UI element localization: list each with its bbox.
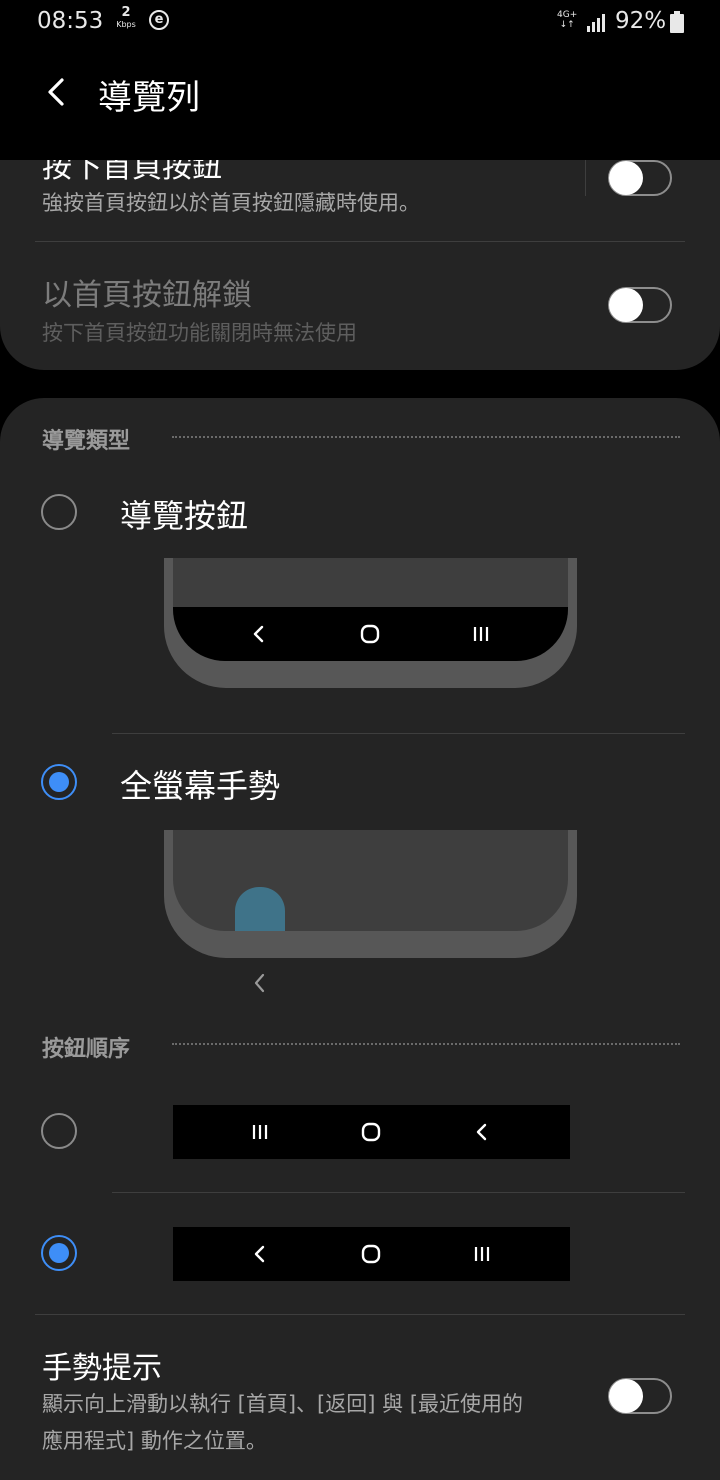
home-icon bbox=[360, 624, 380, 644]
toggle-knob bbox=[609, 1379, 643, 1413]
gestures-label: 全螢幕手勢 bbox=[120, 767, 281, 805]
navigation-type-card: 導覽類型 導覽按鈕 全螢幕手勢 按鈕順序 手勢提示 顯示向上滑動以執行 [首頁]… bbox=[0, 398, 720, 1480]
network-label: 4G+ bbox=[557, 10, 578, 20]
radio-selected-dot bbox=[49, 772, 69, 792]
button-order-radio-1[interactable] bbox=[41, 1113, 77, 1149]
button-order-option-1[interactable] bbox=[0, 1088, 720, 1178]
unlock-home-subtitle: 按下首頁按鈕功能關閉時無法使用 bbox=[42, 321, 357, 345]
data-rate-indicator: 2 Kbps bbox=[115, 5, 137, 30]
back-icon bbox=[476, 1123, 487, 1141]
section-dotted-line bbox=[172, 1043, 680, 1045]
gestures-option[interactable]: 全螢幕手勢 bbox=[0, 748, 720, 998]
back-icon bbox=[254, 1245, 265, 1263]
press-home-toggle[interactable] bbox=[608, 160, 672, 196]
press-home-subtitle: 強按首頁按鈕以於首頁按鈕隱藏時使用。 bbox=[42, 191, 420, 215]
e-badge-icon: e bbox=[149, 10, 169, 30]
section-dotted-line bbox=[172, 436, 680, 438]
recents-icon bbox=[473, 627, 489, 641]
unlock-home-toggle bbox=[608, 287, 672, 323]
press-home-row[interactable]: 按下首頁按鈕 強按首頁按鈕以於首頁按鈕隱藏時使用。 bbox=[0, 160, 720, 240]
divider bbox=[35, 1314, 685, 1315]
battery-icon bbox=[670, 11, 684, 33]
divider bbox=[112, 733, 685, 734]
gesture-swipe-indicator bbox=[235, 887, 285, 931]
home-icon bbox=[361, 1244, 381, 1264]
gesture-hints-subtitle-line2: 應用程式] 動作之位置。 bbox=[42, 1429, 267, 1453]
unlock-home-title: 以首頁按鈕解鎖 bbox=[42, 278, 252, 313]
gesture-hints-title: 手勢提示 bbox=[42, 1351, 162, 1386]
nav-buttons-radio[interactable] bbox=[41, 494, 77, 530]
page-title: 導覽列 bbox=[98, 78, 200, 118]
recents-icon bbox=[252, 1125, 268, 1139]
button-order-radio-2[interactable] bbox=[41, 1235, 77, 1271]
radio-selected-dot bbox=[49, 1243, 69, 1263]
gestures-radio[interactable] bbox=[41, 764, 77, 800]
home-button-settings-card: 按下首頁按鈕 強按首頁按鈕以於首頁按鈕隱藏時使用。 以首頁按鈕解鎖 按下首頁按鈕… bbox=[0, 160, 720, 370]
home-icon bbox=[361, 1122, 381, 1142]
gestures-preview bbox=[164, 830, 577, 958]
data-rate-value: 2 bbox=[121, 5, 131, 20]
status-bar: 08:53 2 Kbps e 4G+ ↓↑ 92% bbox=[0, 0, 720, 44]
divider bbox=[112, 1192, 685, 1193]
button-order-preview-2 bbox=[173, 1227, 570, 1281]
signal-icon bbox=[587, 14, 605, 32]
nav-buttons-option[interactable]: 導覽按鈕 bbox=[0, 478, 720, 703]
toggle-knob bbox=[609, 161, 643, 195]
gesture-back-chevron-icon bbox=[254, 973, 265, 993]
button-order-preview-1 bbox=[173, 1105, 570, 1159]
battery-percent: 92% bbox=[615, 8, 667, 34]
row-separator bbox=[585, 160, 586, 196]
back-icon bbox=[253, 625, 264, 643]
gesture-hints-row[interactable]: 手勢提示 顯示向上滑動以執行 [首頁]、[返回] 與 [最近使用的 應用程式] … bbox=[0, 1328, 720, 1468]
status-time: 08:53 bbox=[37, 8, 104, 34]
divider bbox=[35, 241, 685, 242]
network-type: 4G+ ↓↑ bbox=[557, 10, 578, 30]
recents-icon bbox=[474, 1247, 490, 1261]
nav-buttons-label: 導覽按鈕 bbox=[120, 497, 249, 535]
data-rate-unit: Kbps bbox=[116, 20, 136, 29]
gesture-hints-subtitle-line1: 顯示向上滑動以執行 [首頁]、[返回] 與 [最近使用的 bbox=[42, 1392, 523, 1416]
preview-navigation-bar bbox=[173, 607, 568, 661]
unlock-home-row: 以首頁按鈕解鎖 按下首頁按鈕功能關閉時無法使用 bbox=[0, 260, 720, 360]
gesture-hints-toggle[interactable] bbox=[608, 1378, 672, 1414]
press-home-title: 按下首頁按鈕 bbox=[42, 160, 222, 185]
back-arrow-icon[interactable] bbox=[40, 76, 72, 108]
button-order-section-label: 按鈕順序 bbox=[42, 1037, 131, 1062]
nav-type-section-label: 導覽類型 bbox=[42, 429, 131, 454]
toggle-knob bbox=[609, 288, 643, 322]
button-order-option-2[interactable] bbox=[0, 1210, 720, 1300]
nav-buttons-preview bbox=[164, 558, 577, 688]
